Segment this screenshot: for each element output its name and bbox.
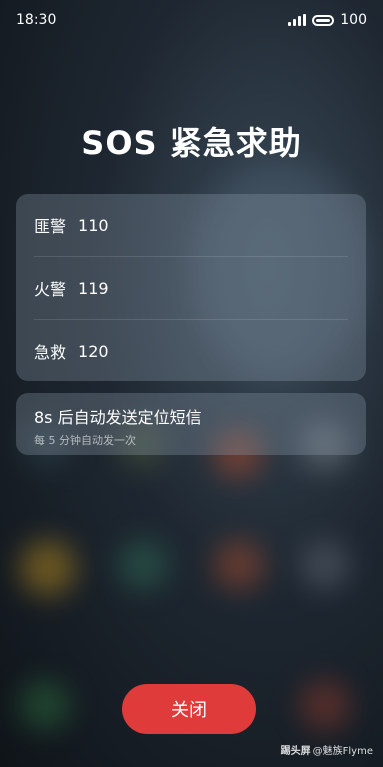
blurred-home-background xyxy=(0,0,383,767)
watermark: 踢头屏 @魅族Flyme xyxy=(281,742,373,757)
watermark-text: @魅族Flyme xyxy=(312,746,373,757)
battery-icon xyxy=(312,14,335,26)
sms-countdown-text: 8s 后自动发送定位短信 xyxy=(34,408,202,427)
status-bar: 18:30 100 xyxy=(0,0,383,40)
auto-sms-card[interactable]: 8s 后自动发送定位短信 每 5 分钟自动发一次 xyxy=(16,393,366,455)
call-number: 119 xyxy=(78,278,109,298)
signal-icon xyxy=(288,14,307,26)
call-item-ambulance[interactable]: 急救 120 xyxy=(34,320,348,382)
call-number: 110 xyxy=(78,215,109,235)
sms-interval-text: 每 5 分钟自动发一次 xyxy=(34,434,136,447)
call-number: 120 xyxy=(78,341,109,361)
call-item-police[interactable]: 匪警 110 xyxy=(34,194,348,257)
emergency-call-list: 匪警 110 火警 119 急救 120 xyxy=(16,194,366,381)
call-label: 匪警 xyxy=(34,217,67,236)
watermark-brand: 踢头屏 xyxy=(280,746,311,757)
status-time: 18:30 xyxy=(16,12,57,28)
battery-level: 100 xyxy=(340,12,367,28)
call-item-fire[interactable]: 火警 119 xyxy=(34,257,348,320)
call-label: 急救 xyxy=(34,343,67,362)
call-label: 火警 xyxy=(34,280,67,299)
page-title: SOS 紧急求助 xyxy=(81,124,302,162)
status-indicators: 100 xyxy=(288,12,367,28)
close-button[interactable]: 关闭 xyxy=(122,684,256,734)
